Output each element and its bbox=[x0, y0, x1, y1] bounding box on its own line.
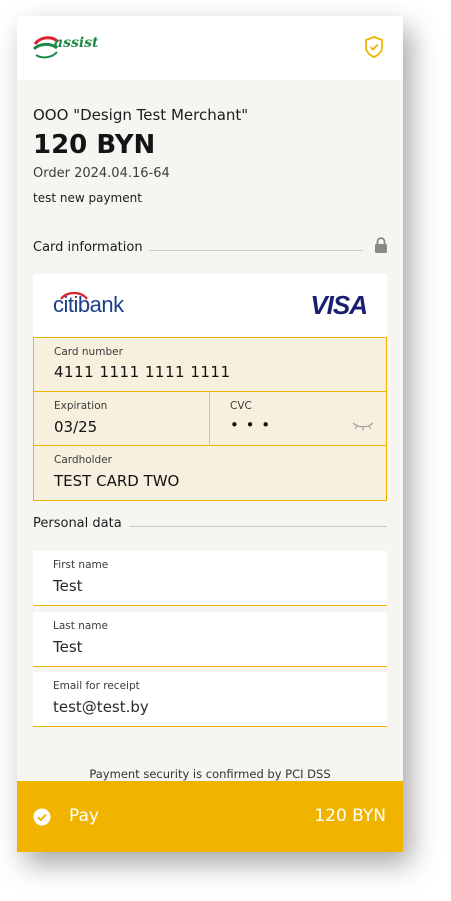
card-panel: citibank VISA Card number 4111 1111 1111… bbox=[33, 274, 387, 501]
cvc-field[interactable]: CVC • • • bbox=[210, 392, 386, 445]
payment-form: assist OOO "Design Test Merchant" 120 BY… bbox=[17, 16, 403, 852]
card-brand-logo: VISA bbox=[310, 290, 368, 320]
card-fields: Card number 4111 1111 1111 1111 Expirati… bbox=[33, 337, 387, 501]
first-name-input[interactable]: Test bbox=[53, 577, 83, 595]
pay-button[interactable]: Pay 120 BYN bbox=[17, 781, 403, 852]
logo-text: assist bbox=[54, 35, 99, 51]
expiration-label: Expiration bbox=[54, 400, 108, 412]
cvc-input[interactable]: • • • bbox=[230, 416, 271, 434]
last-name-input[interactable]: Test bbox=[53, 638, 83, 656]
personal-data-title: Personal data bbox=[33, 516, 122, 531]
shield-check-icon bbox=[365, 36, 383, 58]
security-note: Payment security is confirmed by PCI DSS bbox=[89, 767, 331, 781]
card-number-field[interactable]: Card number 4111 1111 1111 1111 bbox=[34, 338, 386, 392]
cvc-label: CVC bbox=[230, 400, 252, 412]
check-circle-icon bbox=[33, 808, 51, 826]
top-bar: assist bbox=[17, 16, 403, 80]
last-name-field[interactable]: Last name Test bbox=[33, 612, 387, 667]
cardholder-label: Cardholder bbox=[54, 454, 113, 466]
last-name-label: Last name bbox=[53, 620, 108, 632]
merchant-name: OOO "Design Test Merchant" bbox=[33, 106, 249, 124]
card-number-label: Card number bbox=[54, 346, 123, 358]
cardholder-input[interactable]: TEST CARD TWO bbox=[54, 472, 179, 490]
email-field[interactable]: Email for receipt test@test.by bbox=[33, 672, 387, 727]
first-name-field[interactable]: First name Test bbox=[33, 551, 387, 606]
expiry-cvc-row: Expiration 03/25 CVC • • • bbox=[34, 392, 386, 446]
payment-description: test new payment bbox=[33, 191, 142, 205]
card-info-divider bbox=[149, 250, 363, 251]
eye-closed-icon[interactable] bbox=[352, 420, 374, 432]
email-label: Email for receipt bbox=[53, 680, 140, 692]
card-number-input[interactable]: 4111 1111 1111 1111 bbox=[54, 363, 231, 381]
card-info-title: Card information bbox=[33, 240, 143, 255]
assist-logo: assist bbox=[33, 32, 113, 62]
pay-button-label: Pay bbox=[69, 806, 99, 826]
cardholder-field[interactable]: Cardholder TEST CARD TWO bbox=[34, 446, 386, 500]
lock-icon bbox=[375, 237, 387, 253]
pay-button-amount: 120 BYN bbox=[314, 806, 386, 826]
email-input[interactable]: test@test.by bbox=[53, 698, 149, 716]
expiration-field[interactable]: Expiration 03/25 bbox=[34, 392, 208, 445]
first-name-label: First name bbox=[53, 559, 109, 571]
expiration-input[interactable]: 03/25 bbox=[54, 418, 97, 436]
citibank-arc-icon bbox=[60, 291, 88, 300]
order-number: Order 2024.04.16-64 bbox=[33, 166, 170, 181]
order-amount: 120 BYN bbox=[33, 130, 156, 160]
bank-logo: citibank bbox=[53, 291, 124, 318]
personal-data-divider bbox=[129, 526, 387, 527]
